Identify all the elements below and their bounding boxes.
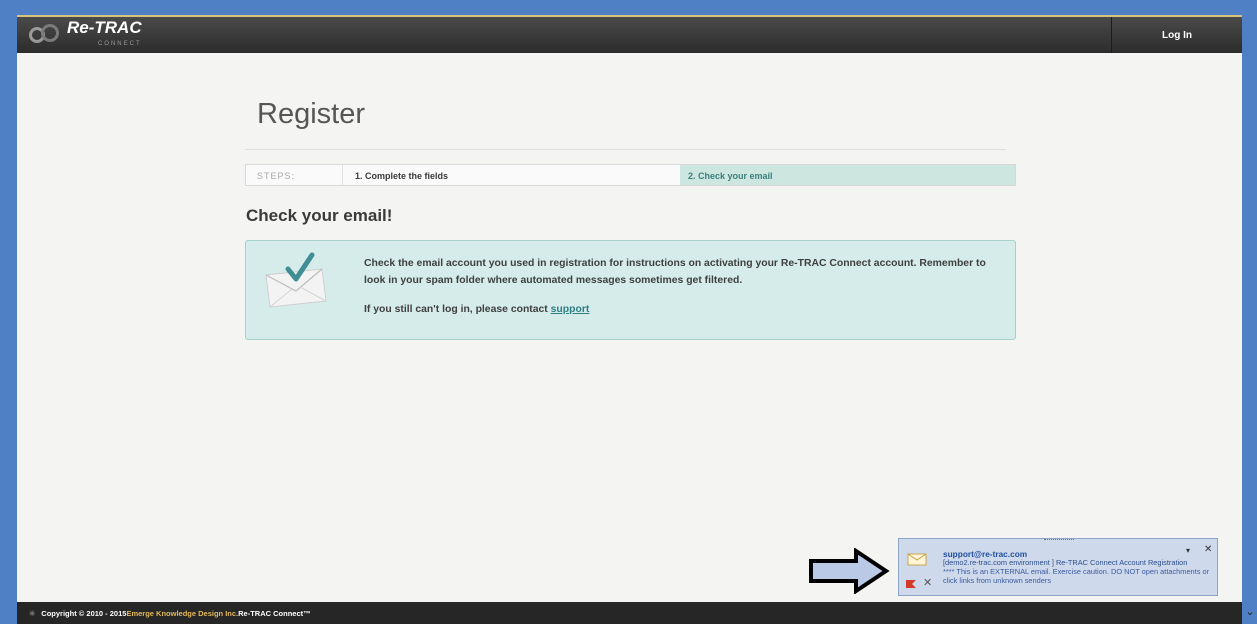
notification-subject: [demo2.re-trac.com environment ] Re-TRAC… [943,558,1188,567]
chevron-down-icon[interactable]: ⌄ [1243,598,1257,624]
chevron-down-icon[interactable]: ▾ [1186,546,1190,555]
drag-handle[interactable] [1044,539,1074,542]
company-link[interactable]: Emerge Knowledge Design Inc. [126,609,238,618]
arrow-right-icon [809,548,890,594]
check-email-heading: Check your email! [246,206,393,225]
steps-progress: STEPS: 1. Complete the fields 2. Check y… [245,164,1016,186]
product-name: Re-TRAC Connect™ [238,608,311,618]
logo-subtext: CONNECT [97,41,142,47]
settings-icon: ✳ [29,608,36,618]
notification-body: **** This is an EXTERNAL email. Exercise… [943,567,1210,585]
login-button[interactable]: Log In [1111,17,1242,53]
step-check-email: 2. Check your email [680,165,1015,185]
flag-icon[interactable] [905,578,917,590]
steps-label: STEPS: [246,165,343,185]
info-text: Check the email account you used in regi… [364,255,1004,330]
mail-icon [907,553,927,566]
info-message-box: Check the email account you used in regi… [245,240,1016,340]
logo-text: Re-TRAC CONNECT [67,19,142,52]
footer: ✳ Copyright © 2010 - 2015 Emerge Knowled… [17,602,1242,624]
copyright-text: Copyright © 2010 - 2015 [41,608,127,618]
step-complete-fields: 1. Complete the fields [355,171,449,181]
support-link[interactable]: support [551,304,590,315]
email-notification[interactable]: support@re-trac.com [demo2.re-trac.com e… [898,538,1218,596]
envelope-check-icon [265,252,327,308]
divider [245,149,1006,150]
contact-text: If you still can't log in, please contac… [364,304,590,315]
close-icon[interactable]: ✕ [1204,544,1212,555]
page-title: Register [257,98,365,130]
instructions-text: Check the email account you used in regi… [364,258,986,286]
logo-mark-icon [27,23,63,49]
top-navbar: Re-TRAC CONNECT Log In [17,15,1242,53]
browser-page: Re-TRAC CONNECT Log In Register STEPS: 1… [17,15,1242,624]
re-trac-logo[interactable]: Re-TRAC CONNECT [27,19,177,52]
delete-icon[interactable]: ✕ [923,576,932,589]
